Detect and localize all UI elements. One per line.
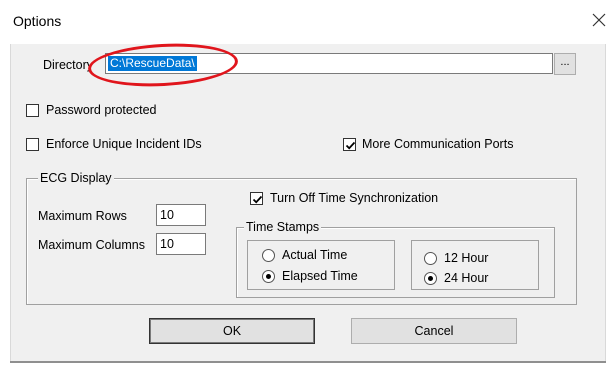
max-columns-label: Maximum Columns [38, 238, 145, 252]
close-icon[interactable] [590, 11, 608, 29]
ecg-display-title: ECG Display [38, 171, 114, 185]
cancel-button[interactable]: Cancel [351, 318, 517, 344]
time-stamps-title: Time Stamps [244, 220, 322, 234]
actual-time-radio[interactable] [262, 249, 275, 262]
directory-label: Directory [43, 58, 94, 72]
dialog-bottom-edge [10, 361, 606, 363]
password-protected-label: Password protected [46, 103, 157, 117]
actual-time-label: Actual Time [282, 248, 348, 262]
max-rows-label: Maximum Rows [38, 209, 127, 223]
window-title: Options [13, 13, 62, 29]
max-columns-input[interactable]: 10 [156, 233, 206, 255]
turn-off-time-sync-checkbox[interactable] [250, 192, 263, 205]
enforce-unique-ids-checkbox[interactable] [26, 138, 39, 151]
24-hour-radio[interactable] [424, 272, 437, 285]
12-hour-radio[interactable] [424, 252, 437, 265]
title-bar: Options [0, 0, 616, 44]
check-icon [252, 195, 263, 204]
elapsed-time-label: Elapsed Time [282, 269, 358, 283]
radio-dot-icon [266, 274, 271, 279]
24-hour-label: 24 Hour [444, 271, 489, 285]
password-protected-checkbox[interactable] [26, 104, 39, 117]
max-rows-input[interactable]: 10 [156, 204, 206, 226]
elapsed-time-radio[interactable] [262, 270, 275, 283]
12-hour-label: 12 Hour [444, 251, 489, 265]
more-comm-ports-label: More Communication Ports [362, 137, 514, 151]
radio-dot-icon [428, 276, 433, 281]
turn-off-time-sync-label: Turn Off Time Synchronization [270, 191, 439, 205]
ok-button[interactable]: OK [149, 318, 315, 344]
more-comm-ports-checkbox[interactable] [343, 138, 356, 151]
enforce-unique-ids-label: Enforce Unique Incident IDs [46, 137, 202, 151]
browse-button[interactable]: ... [554, 53, 576, 75]
check-icon [345, 141, 356, 150]
